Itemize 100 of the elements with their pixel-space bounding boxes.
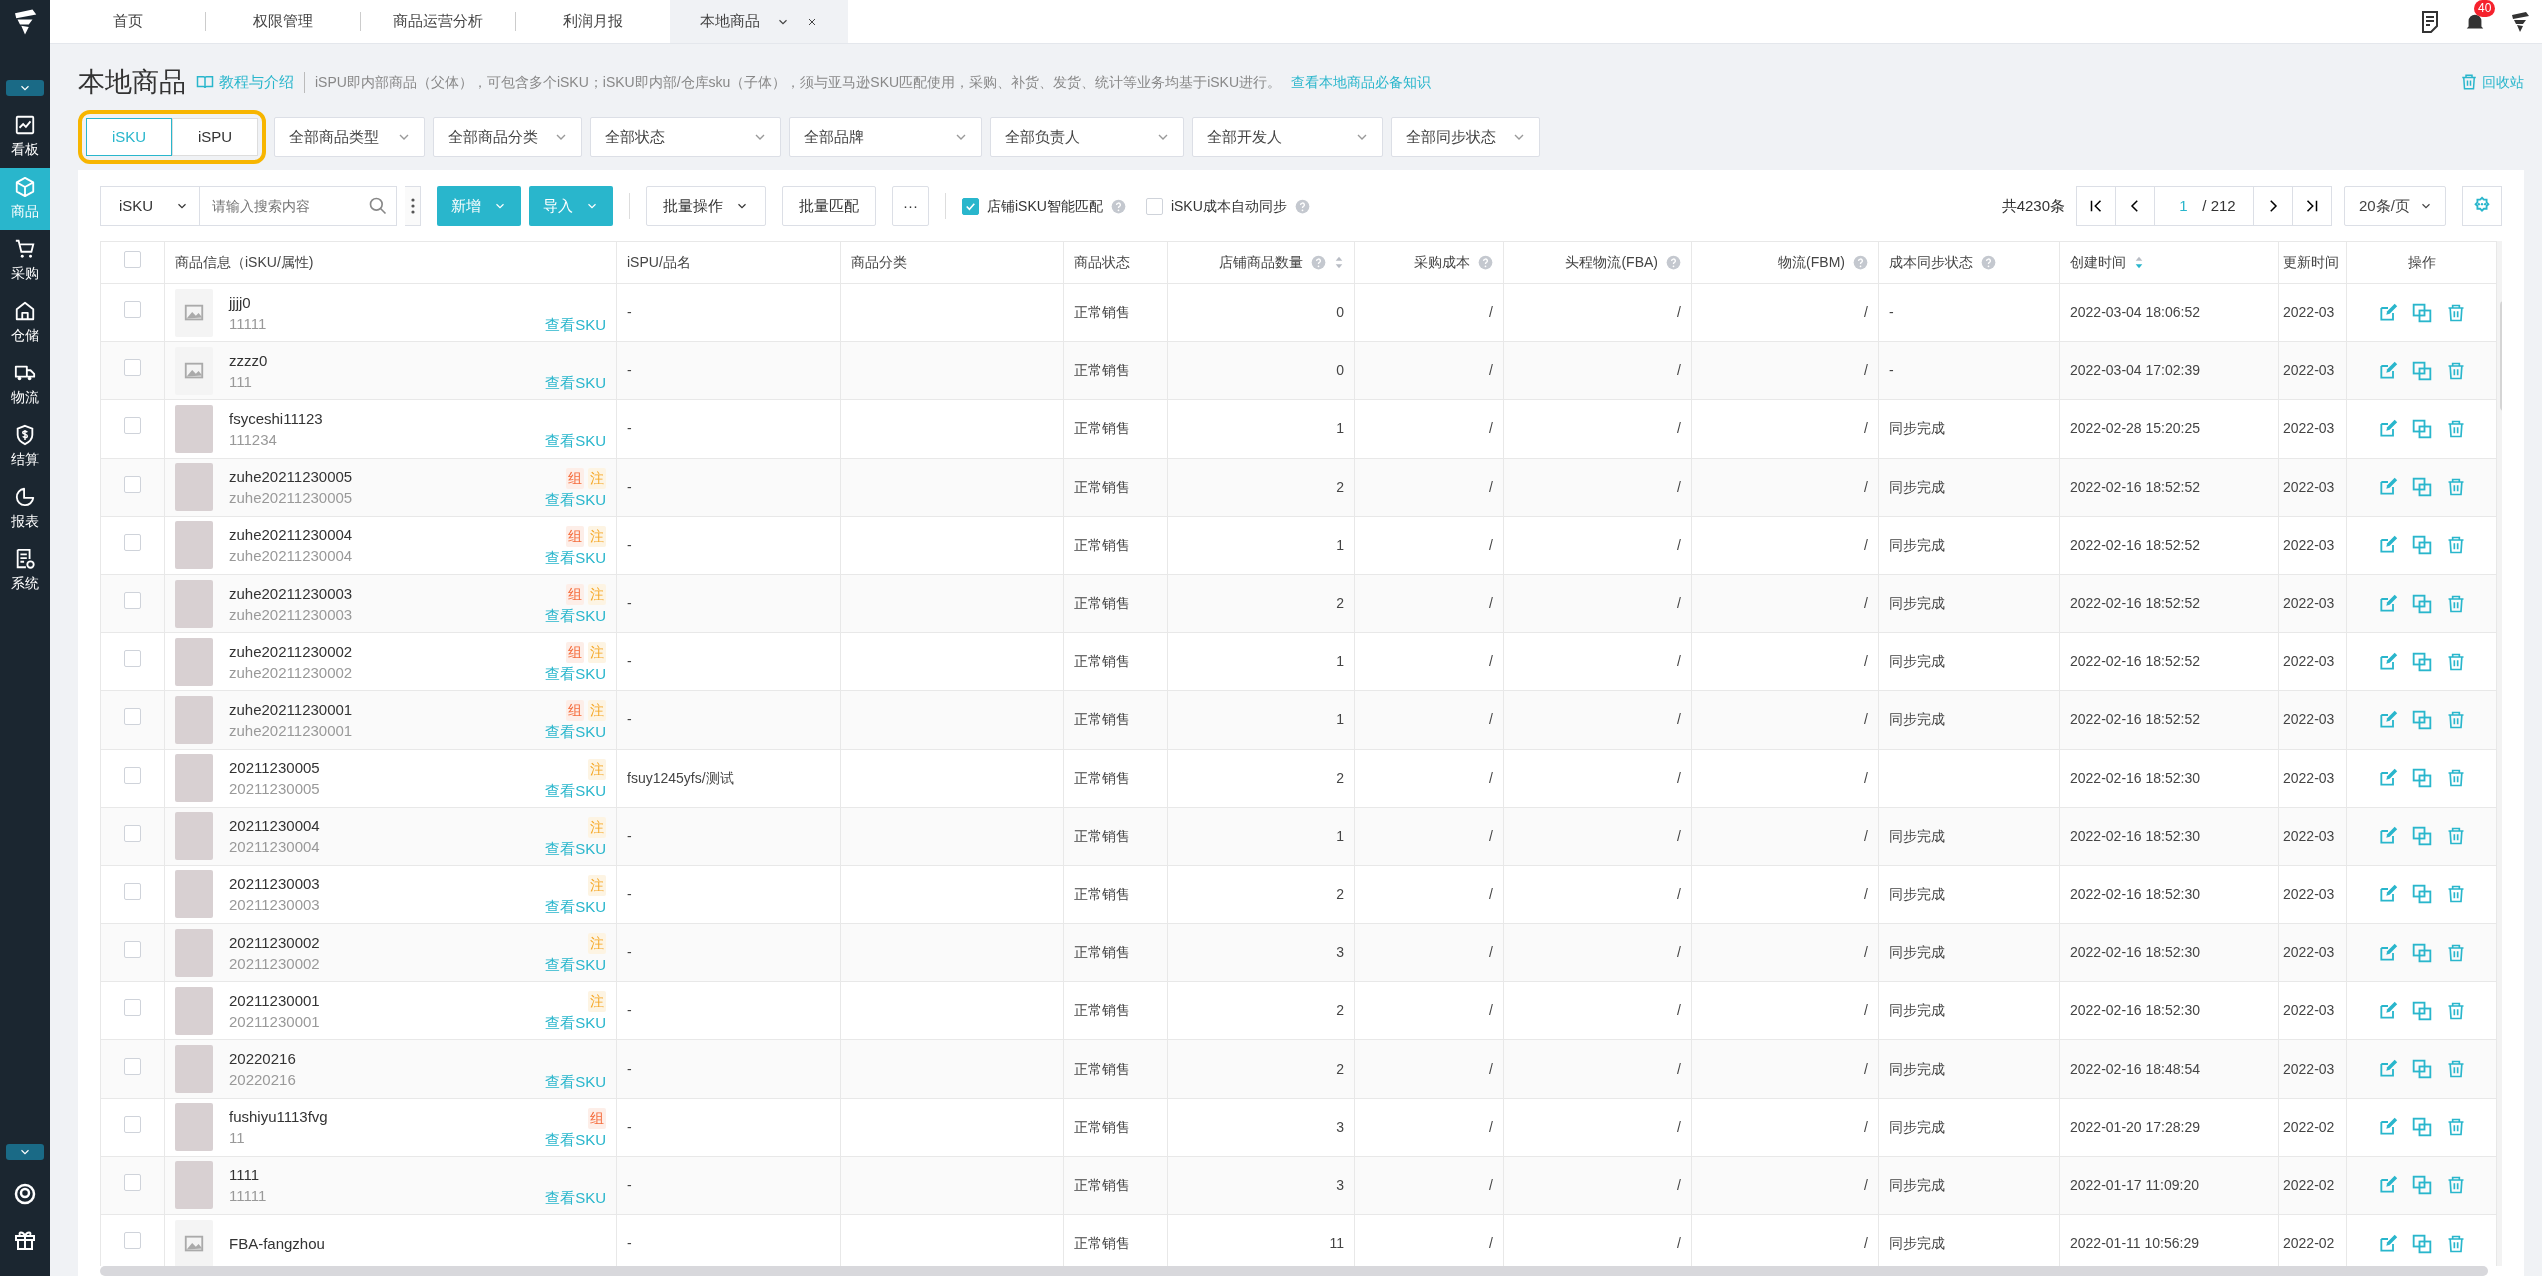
chevron-button[interactable] (6, 1144, 44, 1160)
edit-icon[interactable] (2377, 1117, 2398, 1138)
horizontal-scrollbar[interactable] (100, 1266, 2488, 1276)
checkbox[interactable] (124, 301, 141, 319)
checkbox[interactable] (124, 999, 141, 1017)
edit-icon[interactable] (2377, 942, 2398, 963)
copy-icon[interactable] (2411, 1233, 2432, 1254)
edit-icon[interactable] (2377, 709, 2398, 730)
filter-dropdown[interactable]: 全部状态 (590, 117, 781, 157)
sidebar-item[interactable]: 看板 (0, 106, 50, 168)
help-icon[interactable] (1853, 255, 1868, 270)
edit-icon[interactable] (2377, 418, 2398, 439)
copy-icon[interactable] (2411, 360, 2432, 381)
filter-dropdown[interactable]: 全部开发人 (1192, 117, 1383, 157)
more-options-button[interactable] (405, 186, 421, 226)
search-field[interactable]: 请输入搜索内容 (200, 186, 397, 226)
copy-icon[interactable] (2411, 1059, 2432, 1080)
edit-icon[interactable] (2377, 1233, 2398, 1254)
edit-icon[interactable] (2377, 651, 2398, 672)
pager-button[interactable] (2253, 186, 2293, 226)
copy-icon[interactable] (2411, 1175, 2432, 1196)
pager-button[interactable] (2115, 186, 2155, 226)
pager-button[interactable] (2292, 186, 2332, 226)
checkbox[interactable] (124, 941, 141, 959)
search-type-dropdown[interactable]: iSKU (100, 186, 200, 226)
edit-icon[interactable] (2377, 826, 2398, 847)
more-button[interactable]: ··· (892, 186, 929, 226)
edit-icon[interactable] (2377, 1175, 2398, 1196)
filter-dropdown[interactable]: 全部商品类型 (274, 117, 425, 157)
checkbox[interactable] (1145, 197, 1163, 215)
copy-icon[interactable] (2411, 302, 2432, 323)
copy-icon[interactable] (2411, 1117, 2432, 1138)
checkbox[interactable] (962, 197, 979, 215)
checkbox[interactable] (124, 592, 141, 610)
checkbox[interactable] (124, 417, 141, 435)
sidebar-item[interactable]: 仓储 (0, 292, 50, 354)
sidebar-item[interactable]: 采购 (0, 230, 50, 292)
copy-icon[interactable] (2411, 1000, 2432, 1021)
tab[interactable]: 利润月报 (515, 0, 670, 43)
filter-dropdown[interactable]: 全部商品分类 (433, 117, 582, 157)
view-toggle[interactable]: iSPU (172, 118, 258, 156)
copy-icon[interactable] (2411, 826, 2432, 847)
checkbox[interactable] (124, 475, 141, 493)
edit-icon[interactable] (2377, 535, 2398, 556)
copy-icon[interactable] (2411, 768, 2432, 789)
edit-icon[interactable] (2377, 593, 2398, 614)
checkbox[interactable] (124, 533, 141, 551)
checkbox[interactable] (124, 766, 141, 784)
edit-icon[interactable] (2377, 477, 2398, 498)
copy-icon[interactable] (2411, 709, 2432, 730)
support-icon[interactable] (13, 1182, 37, 1206)
checkbox[interactable] (124, 1057, 141, 1075)
copy-icon[interactable] (2411, 884, 2432, 905)
checkbox[interactable] (124, 1232, 141, 1250)
column-settings-button[interactable] (2462, 186, 2502, 226)
page-size-dropdown[interactable]: 20条/页 (2344, 186, 2446, 226)
checkbox[interactable] (124, 824, 141, 842)
help-icon[interactable] (1311, 255, 1326, 270)
sidebar-item[interactable]: 结算 (0, 416, 50, 478)
filter-dropdown[interactable]: 全部品牌 (789, 117, 982, 157)
checkbox[interactable] (124, 708, 141, 726)
sort-icon[interactable] (1334, 254, 1344, 271)
filter-dropdown[interactable]: 全部负责人 (990, 117, 1184, 157)
search-icon[interactable] (368, 196, 388, 216)
batch-operation-button[interactable]: 批量操作 (646, 186, 766, 226)
copy-icon[interactable] (2411, 942, 2432, 963)
tab[interactable]: 商品运营分析 (360, 0, 515, 43)
edit-icon[interactable] (2377, 1059, 2398, 1080)
edit-icon[interactable] (2377, 768, 2398, 789)
checkbox[interactable] (124, 1173, 141, 1191)
help-icon[interactable] (1110, 198, 1126, 214)
edit-icon[interactable] (2377, 302, 2398, 323)
copy-icon[interactable] (2411, 593, 2432, 614)
sidebar-item[interactable]: 系统 (0, 540, 50, 602)
checkbox[interactable] (124, 882, 141, 900)
tab[interactable]: 本地商品 (670, 0, 848, 43)
tab[interactable]: 首页 (50, 0, 205, 43)
filter-dropdown[interactable]: 全部同步状态 (1391, 117, 1540, 157)
chevron-button[interactable] (6, 80, 44, 96)
help-icon[interactable] (1981, 255, 1996, 270)
help-icon[interactable] (1478, 255, 1493, 270)
batch-match-button[interactable]: 批量匹配 (782, 186, 876, 226)
sort-icon[interactable] (2134, 254, 2144, 271)
help-icon[interactable] (1294, 198, 1310, 214)
help-icon[interactable] (1666, 255, 1681, 270)
sidebar-item[interactable]: 报表 (0, 478, 50, 540)
copy-icon[interactable] (2411, 477, 2432, 498)
pager-button[interactable] (2076, 186, 2116, 226)
checkbox[interactable] (124, 359, 141, 377)
edit-icon[interactable] (2377, 360, 2398, 381)
edit-icon[interactable] (2377, 884, 2398, 905)
copy-icon[interactable] (2411, 651, 2432, 672)
copy-icon[interactable] (2411, 418, 2432, 439)
checkbox[interactable] (124, 251, 141, 268)
sidebar-item[interactable]: 物流 (0, 354, 50, 416)
checkbox[interactable] (124, 650, 141, 668)
tab[interactable]: 权限管理 (205, 0, 360, 43)
checkbox[interactable] (124, 1115, 141, 1133)
copy-icon[interactable] (2411, 535, 2432, 556)
edit-icon[interactable] (2377, 1000, 2398, 1021)
